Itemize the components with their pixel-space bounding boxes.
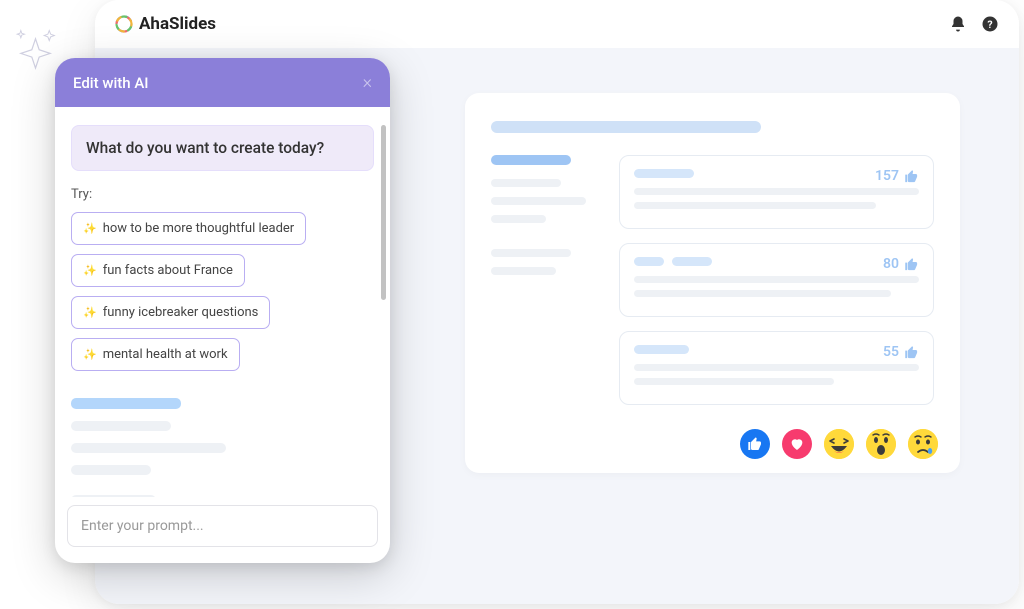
vote-number: 80: [883, 256, 899, 272]
placeholder-line: [71, 465, 151, 475]
placeholder-line: [634, 378, 834, 385]
ai-panel-header: Edit with AI ×: [55, 58, 390, 107]
reaction-wow[interactable]: [866, 429, 896, 459]
result-title-placeholder: [634, 169, 694, 178]
placeholder-line: [672, 257, 712, 266]
placeholder-line: [634, 202, 876, 209]
vote-count: 80: [883, 256, 919, 272]
placeholder-line: [491, 267, 556, 275]
wow-face-icon: [866, 429, 896, 459]
vote-number: 157: [875, 168, 899, 184]
vote-count: 55: [883, 344, 919, 360]
reactions-row: [740, 429, 938, 459]
reaction-haha[interactable]: [824, 429, 854, 459]
slide-left-column: [491, 155, 601, 419]
vote-number: 55: [883, 344, 899, 360]
ai-prompt-question: What do you want to create today?: [71, 125, 374, 171]
placeholder-line: [634, 364, 919, 371]
close-icon[interactable]: ×: [363, 72, 372, 93]
ai-panel-body: What do you want to create today? Try: ✨…: [55, 107, 390, 497]
thumbs-up-icon: [904, 169, 919, 184]
placeholder-line: [71, 421, 171, 431]
app-header: AhaSlides ?: [95, 0, 1019, 48]
placeholder-line: [491, 215, 546, 223]
result-card: 80: [619, 243, 934, 317]
sad-face-icon: [908, 429, 938, 459]
thumbs-up-icon: [904, 257, 919, 272]
suggestion-pill[interactable]: ✨ how to be more thoughtful leader: [71, 212, 306, 245]
suggestion-text: funny icebreaker questions: [103, 305, 259, 320]
suggestion-text: how to be more thoughtful leader: [103, 221, 295, 236]
result-card: 157: [619, 155, 934, 229]
suggestion-pill[interactable]: ✨ mental health at work: [71, 338, 240, 371]
suggestion-text: fun facts about France: [103, 263, 233, 278]
ai-panel: Edit with AI × What do you want to creat…: [55, 58, 390, 563]
sparkle-icon: ✨: [83, 222, 97, 235]
placeholder-line: [491, 179, 561, 187]
heart-icon: [789, 436, 805, 452]
placeholder-line: [634, 290, 891, 297]
suggestion-pill[interactable]: ✨ fun facts about France: [71, 254, 245, 287]
placeholder-line: [491, 197, 586, 205]
svg-text:?: ?: [987, 18, 992, 31]
try-label: Try:: [71, 187, 374, 202]
accent-placeholder-line: [71, 398, 181, 409]
sparkle-icon: ✨: [83, 348, 97, 361]
brand-logo-icon: [115, 15, 133, 33]
result-card: 55: [619, 331, 934, 405]
slide-preview-card: 157 80: [465, 93, 960, 473]
placeholder-line: [634, 276, 919, 283]
reaction-like[interactable]: [740, 429, 770, 459]
thumbs-up-icon: [747, 436, 763, 452]
slide-content: 157 80: [491, 155, 934, 419]
brand-name: AhaSlides: [139, 14, 216, 34]
ai-prompt-input[interactable]: Enter your prompt...: [67, 505, 378, 547]
help-icon[interactable]: ?: [981, 15, 999, 33]
brand: AhaSlides: [115, 14, 216, 34]
placeholder-line: [634, 257, 664, 266]
placeholder-line: [491, 249, 571, 257]
slide-results-column: 157 80: [619, 155, 934, 419]
header-actions: ?: [949, 15, 999, 33]
ai-input-placeholder: Enter your prompt...: [81, 518, 204, 534]
suggestion-text: mental health at work: [103, 347, 228, 362]
reaction-sad[interactable]: [908, 429, 938, 459]
sparkle-icon: ✨: [83, 306, 97, 319]
slide-left-accent-line: [491, 155, 571, 165]
notifications-icon[interactable]: [949, 15, 967, 33]
placeholder-line: [634, 188, 919, 195]
vote-count: 157: [875, 168, 919, 184]
placeholder-line: [71, 495, 156, 497]
result-title-placeholder: [634, 345, 689, 354]
scrollbar-thumb[interactable]: [381, 125, 386, 300]
reaction-love[interactable]: [782, 429, 812, 459]
placeholder-line: [71, 443, 226, 453]
haha-face-icon: [824, 429, 854, 459]
thumbs-up-icon: [904, 345, 919, 360]
slide-title-placeholder: [491, 121, 761, 133]
ai-panel-title: Edit with AI: [73, 74, 149, 92]
suggestion-pill[interactable]: ✨ funny icebreaker questions: [71, 296, 270, 329]
sparkle-icon: ✨: [83, 264, 97, 277]
